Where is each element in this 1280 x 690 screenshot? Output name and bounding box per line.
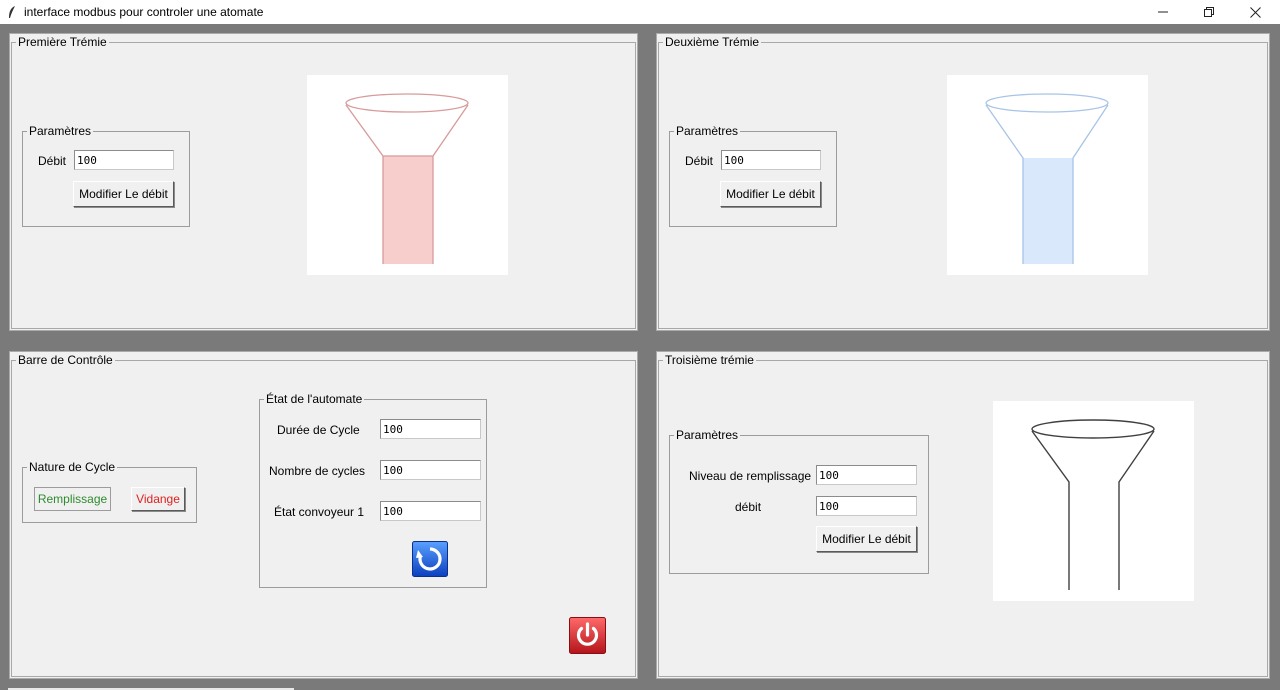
title-bar: interface modbus pour controler une atom… <box>0 0 1280 24</box>
hopper1-canvas <box>307 75 508 275</box>
hopper2-panel: Deuxième Trémie Paramètres Débit Modifie… <box>656 33 1270 331</box>
drain-button[interactable]: Vidange <box>131 487 185 511</box>
plc-state-title: État de l'automate <box>266 392 363 406</box>
hopper2-debit-input[interactable] <box>721 150 821 170</box>
hopper2-fill <box>1023 158 1073 264</box>
hopper3-params-title: Paramètres <box>676 428 739 442</box>
hopper1-debit-label: Débit <box>38 154 67 168</box>
hopper1-fill <box>383 156 433 264</box>
control-panel: Barre de Contrôle Nature de Cycle Rempli… <box>9 351 638 679</box>
conveyor-state-input[interactable] <box>380 501 481 521</box>
minimize-button[interactable] <box>1140 0 1186 24</box>
power-button[interactable] <box>569 617 606 654</box>
restore-button[interactable] <box>1186 0 1232 24</box>
cycle-duration-input[interactable] <box>380 419 481 439</box>
hopper2-title: Deuxième Trémie <box>665 35 760 49</box>
hopper1-panel: Première Trémie Paramètres Débit Modifie… <box>9 33 638 331</box>
hopper2-canvas <box>947 75 1148 275</box>
cycle-type-title: Nature de Cycle <box>29 460 116 474</box>
conveyor-state-label: État convoyeur 1 <box>274 505 365 519</box>
hopper3-modify-button[interactable]: Modifier Le débit <box>816 526 917 552</box>
power-icon <box>569 617 606 654</box>
cycle-count-label: Nombre de cycles <box>269 464 366 478</box>
cycle-duration-label: Durée de Cycle <box>277 423 360 437</box>
control-title: Barre de Contrôle <box>18 353 113 367</box>
hopper3-outline <box>1031 430 1155 590</box>
hopper3-title: Troisième trémie <box>665 353 754 367</box>
hopper1-title: Première Trémie <box>18 35 107 49</box>
hopper3-debit-input[interactable] <box>816 496 917 516</box>
hopper2-params-title: Paramètres <box>676 124 739 138</box>
hopper2-debit-label: Débit <box>685 154 714 168</box>
hopper3-canvas <box>993 401 1194 601</box>
refresh-button[interactable] <box>412 541 448 577</box>
hopper3-debit-label: débit <box>735 500 762 514</box>
window-title: interface modbus pour controler une atom… <box>24 5 264 19</box>
hopper1-modify-button[interactable]: Modifier Le débit <box>73 181 174 207</box>
hopper1-params-title: Paramètres <box>29 124 92 138</box>
hopper3-level-label: Niveau de remplissage <box>689 469 812 483</box>
fill-button[interactable]: Remplissage <box>34 487 111 511</box>
cycle-count-input[interactable] <box>380 460 481 480</box>
close-button[interactable] <box>1232 0 1278 24</box>
hopper1-rim <box>345 93 469 113</box>
hopper3-rim <box>1031 419 1155 439</box>
hopper1-debit-input[interactable] <box>74 150 174 170</box>
hopper3-level-input[interactable] <box>816 465 917 485</box>
hopper1-params: Paramètres <box>22 124 190 227</box>
bottom-strip <box>0 686 1280 690</box>
feather-icon <box>4 4 20 20</box>
hopper2-params: Paramètres <box>669 124 837 227</box>
hopper2-rim <box>985 93 1109 113</box>
hopper2-modify-button[interactable]: Modifier Le débit <box>720 181 821 207</box>
hopper3-panel: Troisième trémie Paramètres Niveau de re… <box>656 351 1270 679</box>
refresh-icon <box>412 541 448 577</box>
